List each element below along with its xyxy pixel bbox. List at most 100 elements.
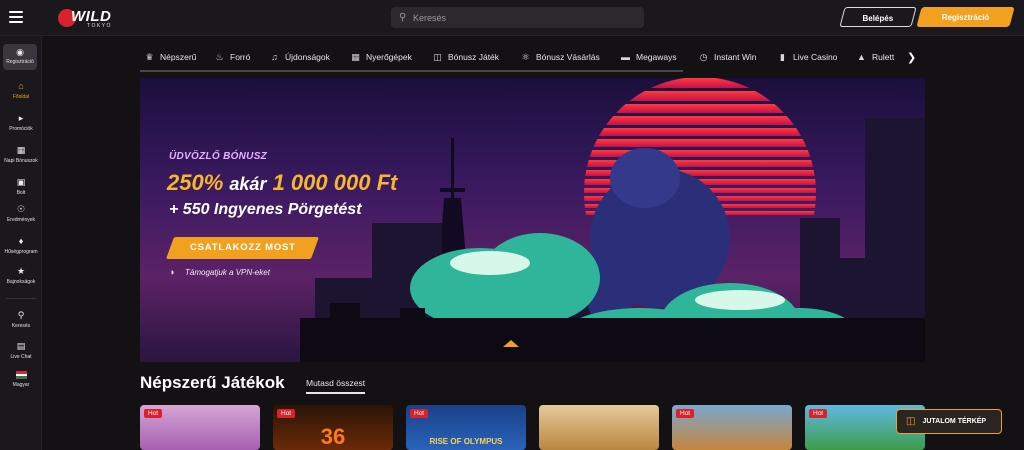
sidebar-item-register[interactable]: ◉ Regisztráció	[3, 44, 37, 70]
slot-icon: ▦	[351, 51, 360, 62]
sidebar-item-label: Eredmények	[6, 217, 36, 223]
banner-headline: 250% akár 1 000 000 Ft	[167, 170, 397, 196]
hot-badge: Hot	[144, 409, 163, 418]
vpn-mask-icon: ◑	[169, 267, 175, 277]
sidebar-item-search[interactable]: ⚲ Keresés	[0, 310, 42, 330]
hungary-flag-icon	[15, 371, 27, 380]
search-input[interactable]	[413, 7, 633, 28]
join-now-label: CSATLAKOZZ MOST	[189, 242, 296, 253]
top-bar: WILD TOKYO ⚲ Belépés Regisztráció	[0, 0, 1024, 36]
category-bonus-game[interactable]: ◫ Bónusz Játék	[432, 50, 499, 64]
category-new[interactable]: ♫ Újdonságok	[269, 50, 330, 64]
gift-icon: ◫	[906, 416, 916, 427]
logo[interactable]: WILD TOKYO	[58, 6, 118, 30]
game-card[interactable]: Hot	[672, 405, 792, 450]
login-button[interactable]: Belépés	[839, 7, 917, 27]
category-roulette[interactable]: ▲ Rulett	[856, 50, 894, 64]
sidebar-item-live-chat[interactable]: ▤ Live Chat	[0, 341, 42, 361]
sidebar-item-language[interactable]: Magyar	[0, 371, 42, 389]
chevron-right-icon[interactable]: ❯	[907, 51, 916, 64]
search-icon: ⚲	[399, 12, 407, 23]
sidebar-item-label: Magyar	[12, 382, 30, 388]
sidebar-divider	[6, 298, 36, 299]
bell-icon: ♫	[271, 52, 278, 62]
game-card[interactable]: Hot	[140, 405, 260, 450]
category-label: Forró	[230, 52, 251, 62]
banner-vpn-note: Támogatjuk a VPN-eket	[185, 268, 270, 277]
banner-up-to: akár	[229, 174, 267, 194]
bonus-buy-icon: ⚛	[521, 51, 530, 62]
flame-icon: ♨	[215, 51, 224, 62]
sidebar-item-daily-bonus[interactable]: ▦ Napi Bónuszok	[0, 145, 42, 165]
live-casino-icon: ▮	[780, 51, 785, 62]
category-instant-win[interactable]: ◷ Instant Win	[698, 50, 757, 64]
category-popular[interactable]: ♛ Népszerű	[144, 50, 196, 64]
sidebar-item-tournaments[interactable]: ★ Bajnokságok	[0, 266, 42, 286]
hero-banner[interactable]: ÜDVÖZLŐ BÓNUSZ 250% akár 1 000 000 Ft + …	[140, 78, 925, 362]
category-slots[interactable]: ▦ Nyerőgépek	[350, 50, 412, 64]
game-card[interactable]: Hot RISE OF OLYMPUS	[406, 405, 526, 450]
category-scroll-indicator	[140, 70, 683, 72]
sidebar-item-label: Bolt	[16, 190, 26, 196]
search-box[interactable]: ⚲	[391, 7, 644, 28]
sidebar-item-label: Hűségprogram	[4, 249, 38, 255]
chat-icon: ▤	[16, 341, 26, 351]
category-label: Bónusz Vásárlás	[536, 52, 600, 62]
category-label: Népszerű	[160, 52, 197, 62]
megaphone-icon: ▸	[18, 113, 24, 123]
megaways-icon: ▬	[621, 52, 630, 62]
sidebar-item-label: Bajnokságok	[6, 279, 36, 285]
search-icon: ⚲	[17, 310, 25, 320]
register-label: Regisztráció	[941, 13, 990, 22]
achievements-icon: ☉	[16, 204, 26, 214]
game-title: 36	[320, 424, 346, 449]
category-label: Rulett	[872, 52, 895, 62]
game-title: RISE OF OLYMPUS	[429, 437, 503, 446]
category-megaways[interactable]: ▬ Megaways	[620, 50, 677, 64]
section-title: Népszerű Játékok	[140, 373, 285, 392]
timer-icon: ◷	[699, 51, 708, 62]
show-all-link[interactable]: Mutasd összest	[306, 378, 366, 394]
sidebar-item-label: Keresés	[11, 323, 31, 329]
trophy-icon: ★	[16, 266, 26, 276]
crown-icon: ♛	[145, 51, 154, 62]
banner-slide-indicator[interactable]	[503, 340, 519, 347]
category-bar: ♛ Népszerű ♨ Forró ♫ Újdonságok ▦ Nyerőgépek…	[140, 44, 930, 72]
hot-badge: Hot	[410, 409, 429, 418]
banner-free-spins: + 550 Ingyenes Pörgetést	[169, 201, 362, 218]
menu-icon[interactable]	[9, 11, 23, 23]
shop-icon: ▣	[16, 177, 26, 187]
sidebar-item-label: Live Chat	[10, 354, 32, 360]
banner-welcome-label: ÜDVÖZLŐ BÓNUSZ	[169, 151, 268, 162]
category-label: Live Casino	[793, 52, 838, 62]
game-card[interactable]: Hot 36	[273, 405, 393, 450]
roulette-icon: ▲	[857, 52, 866, 62]
sidebar-item-label: Napi Bónuszok	[4, 158, 38, 164]
reward-map-label: JUTALOM TÉRKÉP	[922, 418, 987, 425]
category-bonus-buy[interactable]: ⚛ Bónusz Vásárlás	[520, 50, 600, 64]
category-label: Bónusz Játék	[448, 52, 500, 62]
sidebar-item-promotions[interactable]: ▸ Promóciók	[0, 113, 42, 133]
hot-badge: Hot	[676, 409, 695, 418]
category-label: Megaways	[636, 52, 677, 62]
category-label: Újdonságok	[285, 52, 330, 62]
loyalty-icon: ♦	[18, 236, 24, 246]
sidebar-item-results[interactable]: ☉ Eredmények	[0, 204, 42, 224]
register-button[interactable]: Regisztráció	[916, 7, 1015, 27]
hot-badge: Hot	[277, 409, 296, 418]
sidebar-item-shop[interactable]: ▣ Bolt	[0, 177, 42, 197]
category-hot[interactable]: ♨ Forró	[214, 50, 250, 64]
game-card[interactable]	[539, 405, 659, 450]
category-label: Instant Win	[714, 52, 757, 62]
sidebar-item-label: Főoldal	[12, 94, 30, 100]
login-label: Belépés	[862, 14, 893, 23]
reward-map-button[interactable]: ◫ JUTALOM TÉRKÉP	[896, 409, 1002, 434]
sidebar-item-loyalty[interactable]: ♦ Hűségprogram	[0, 236, 42, 256]
category-label: Nyerőgépek	[366, 52, 412, 62]
calendar-icon: ▦	[16, 145, 26, 155]
category-live-casino[interactable]: ▮ Live Casino	[777, 50, 837, 64]
gift-icon: ◫	[433, 51, 442, 62]
join-now-button[interactable]: CSATLAKOZZ MOST	[165, 237, 320, 259]
banner-percent: 250%	[167, 170, 224, 195]
sidebar-item-home[interactable]: ⌂ Főoldal	[0, 81, 42, 101]
